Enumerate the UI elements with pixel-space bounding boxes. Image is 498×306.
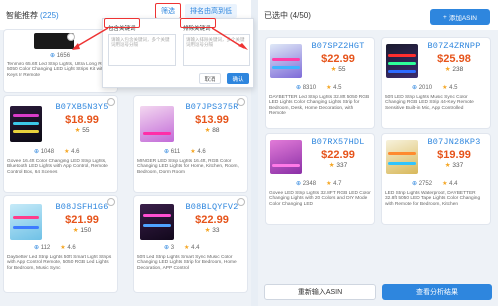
selected-product-card[interactable]: B07SPZ2HGT $22.99 ★ 55 ⊕ 8310 ★ 4.5 DAYB… bbox=[266, 38, 374, 128]
product-asin[interactable]: B08BLQYFV2 bbox=[178, 202, 246, 212]
exclude-keyword-input[interactable]: 请输入排除关键词，多个关键词用逗号分隔 bbox=[183, 34, 250, 66]
selected-product-card[interactable]: B07Z4ZRNPP $25.98 ★ 238 ⊕ 2010 ★ 4.5 50f… bbox=[382, 38, 490, 128]
product-info: B07SPZ2HGT $22.99 ★ 55 bbox=[304, 41, 372, 73]
product-asin[interactable]: B07XB5N3Y5 bbox=[48, 102, 116, 112]
sales-count: 1656 bbox=[56, 53, 71, 59]
product-meta: ⊕ 2752 ★ 4.4 bbox=[412, 181, 458, 187]
action-bar: 重新输入ASIN 查看分析结果 bbox=[258, 278, 498, 306]
product-desc: Daybetter Led Strip Lights 50ft Smart Li… bbox=[7, 255, 112, 271]
product-info: B08BLQYFV2 $22.99 ★ 33 bbox=[178, 202, 246, 234]
annotation-box-include bbox=[104, 18, 140, 28]
reinput-asin-button[interactable]: 重新输入ASIN bbox=[264, 284, 376, 300]
product-asin[interactable]: B07Z4ZRNPP bbox=[420, 41, 488, 51]
product-price: $19.99 bbox=[437, 149, 471, 161]
recommend-count: (225) bbox=[40, 10, 59, 20]
product-desc: Tenmiro 65.6ft Led Strip Lights, Ultra L… bbox=[7, 62, 112, 78]
product-desc: 50ft LED Strip Lights Music Sync Color C… bbox=[385, 95, 474, 111]
selected-product-card[interactable]: B07JN28KP3 $19.99 ★ 337 ⊕ 2752 ★ 4.4 LED… bbox=[382, 134, 490, 224]
product-price: $13.99 bbox=[195, 114, 229, 126]
product-meta: ⊕ 112 ★ 4.6 bbox=[34, 245, 76, 251]
review-count: ★ 88 bbox=[204, 127, 220, 134]
selected-count: (4/50) bbox=[290, 10, 311, 20]
product-meta: ⊕ 611 ★ 4.6 bbox=[164, 149, 206, 155]
product-image bbox=[386, 44, 418, 78]
product-meta: ⊕ 2348 ★ 4.7 bbox=[296, 181, 342, 187]
product-image bbox=[10, 106, 42, 142]
add-asin-button[interactable]: + 添加ASIN bbox=[430, 9, 490, 25]
product-info: B07JN28KP3 $19.99 ★ 337 bbox=[420, 137, 488, 169]
select-checkbox[interactable] bbox=[67, 33, 75, 41]
review-count: ★ 337 bbox=[328, 162, 348, 169]
product-meta: ⊕ 8310 ★ 4.5 bbox=[296, 85, 342, 91]
product-desc: DAYBETTER Led Strip Lights 32.8ft 5050 R… bbox=[269, 95, 370, 117]
confirm-button[interactable]: 确认 bbox=[227, 73, 249, 84]
product-info: B07Z4ZRNPP $25.98 ★ 238 bbox=[420, 41, 488, 73]
product-meta: ⊕ 1656 bbox=[50, 53, 71, 59]
product-asin[interactable]: B07JPS375R bbox=[178, 102, 246, 112]
review-count: ★ 33 bbox=[204, 227, 220, 234]
view-analysis-button[interactable]: 查看分析结果 bbox=[382, 284, 492, 300]
product-desc: MINGER LED Strip Lights 16.4ft, RGB Colo… bbox=[137, 159, 239, 175]
product-price: $22.99 bbox=[195, 214, 229, 226]
product-desc: 50ft Led Strip Lights Smart Sync Music C… bbox=[137, 255, 237, 271]
product-desc: Govee LED Strip Lights 32.8FT RGB LED Co… bbox=[269, 191, 371, 207]
product-asin[interactable]: B07JN28KP3 bbox=[420, 137, 488, 147]
product-price: $25.98 bbox=[437, 53, 471, 65]
product-image bbox=[10, 204, 42, 240]
product-card[interactable]: B07JPS375R $13.99 ★ 88 ⊕ 611 ★ 4.6 MINGE… bbox=[134, 96, 247, 192]
review-count: ★ 238 bbox=[444, 66, 464, 73]
selected-title: 已选中 bbox=[264, 10, 288, 20]
product-desc: LED Strip Lights Waterproof, DAYBETTER 3… bbox=[385, 191, 481, 207]
selected-panel: 已选中 (4/50) + 添加ASIN B07SPZ2HGT $22.99 ★ 5… bbox=[258, 0, 498, 306]
product-info: B07XB5N3Y5 $18.99 ★ 55 bbox=[48, 102, 116, 134]
product-image bbox=[140, 204, 174, 240]
filter-popup: 包含关键词 排除关键词 请输入包含关键词，多个关键词用逗号分隔 请输入排除关键词… bbox=[102, 18, 254, 88]
product-image bbox=[140, 106, 174, 142]
plus-icon: + bbox=[443, 13, 447, 21]
product-price: $22.99 bbox=[321, 149, 355, 161]
annotation-box-exclude bbox=[180, 18, 216, 28]
product-asin[interactable]: B07RX57HDL bbox=[304, 137, 372, 147]
product-card[interactable]: B08BLQYFV2 $22.99 ★ 33 ⊕ 3 ★ 4.4 50ft Le… bbox=[134, 196, 247, 292]
selected-product-card[interactable]: B07RX57HDL $22.99 ★ 337 ⊕ 2348 ★ 4.7 Gov… bbox=[266, 134, 374, 224]
cancel-button[interactable]: 取消 bbox=[199, 73, 221, 84]
product-meta: ⊕ 2010 ★ 4.5 bbox=[412, 85, 458, 91]
product-card[interactable]: ⊕ 1656 Tenmiro 65.6ft Led Strip Lights, … bbox=[4, 30, 117, 92]
product-price: $21.99 bbox=[65, 214, 99, 226]
tab-rank-high-to-low[interactable]: 排名由高到低 bbox=[185, 4, 237, 18]
product-image bbox=[386, 140, 418, 174]
product-card[interactable]: B08JSFH1G6 $21.99 ★ 150 ⊕ 112 ★ 4.6 Dayb… bbox=[4, 196, 117, 292]
product-price: $18.99 bbox=[65, 114, 99, 126]
product-asin[interactable]: B07SPZ2HGT bbox=[304, 41, 372, 51]
review-count: ★ 55 bbox=[74, 127, 90, 134]
product-image bbox=[270, 44, 302, 78]
product-meta: ⊕ 3 ★ 4.4 bbox=[164, 245, 200, 251]
include-keyword-input[interactable]: 请输入包含关键词，多个关键词用逗号分隔 bbox=[108, 34, 176, 66]
product-meta: ⊕ 1048 ★ 4.6 bbox=[34, 149, 80, 155]
review-count: ★ 337 bbox=[444, 162, 464, 169]
product-image bbox=[270, 140, 302, 174]
tab-filter[interactable]: 筛选 bbox=[155, 3, 181, 19]
review-count: ★ 55 bbox=[330, 66, 346, 73]
product-desc: Govee 16.4ft Color Changing LED Strip Li… bbox=[7, 159, 108, 175]
product-info: B08JSFH1G6 $21.99 ★ 150 bbox=[48, 202, 116, 234]
recommend-title: 智能推荐 bbox=[6, 10, 38, 20]
product-card[interactable]: B07XB5N3Y5 $18.99 ★ 55 ⊕ 1048 ★ 4.6 Gove… bbox=[4, 96, 117, 192]
product-info: B07JPS375R $13.99 ★ 88 bbox=[178, 102, 246, 134]
product-asin[interactable]: B08JSFH1G6 bbox=[48, 202, 116, 212]
review-count: ★ 150 bbox=[72, 227, 92, 234]
product-price: $22.99 bbox=[321, 53, 355, 65]
product-info: B07RX57HDL $22.99 ★ 337 bbox=[304, 137, 372, 169]
